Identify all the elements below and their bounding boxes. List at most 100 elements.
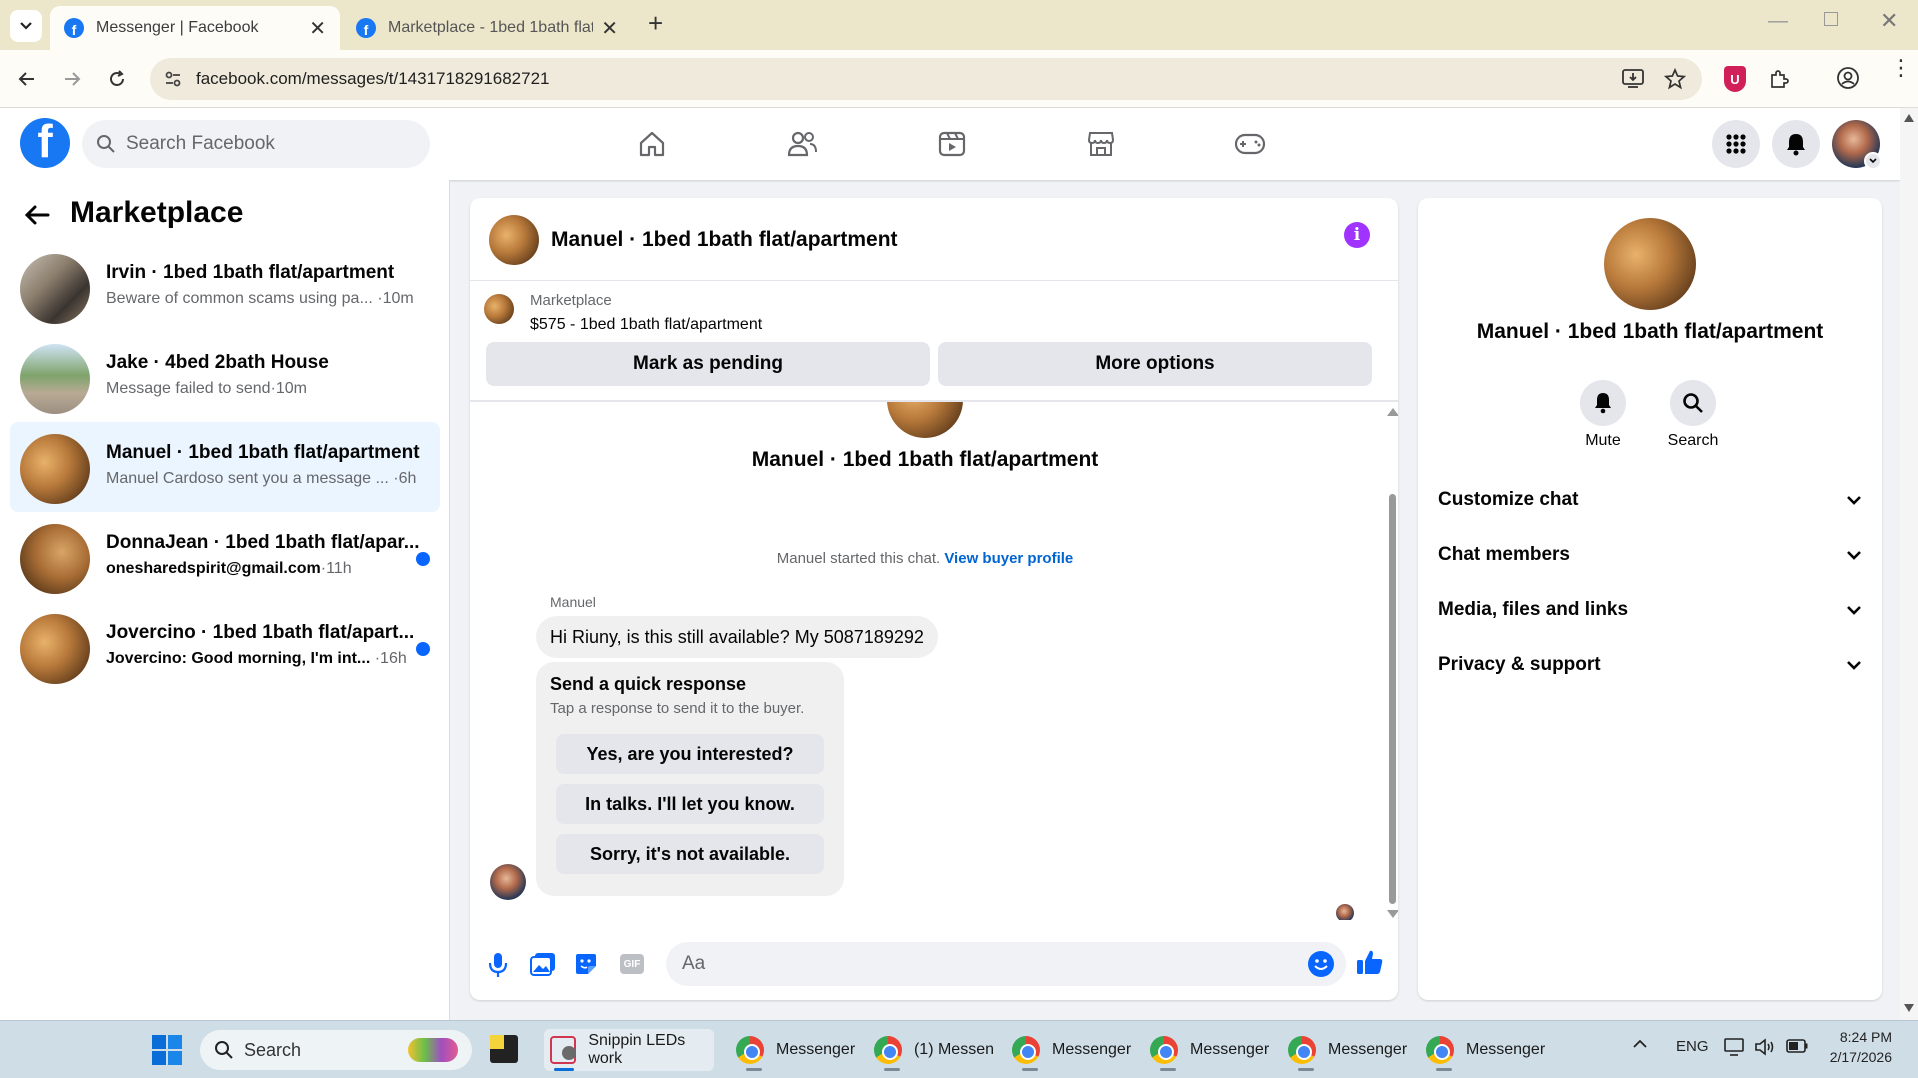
chrome-icon: [736, 1036, 764, 1064]
arrow-left-icon: [24, 205, 50, 225]
sticky-notes-icon[interactable]: [490, 1035, 518, 1063]
message-bubble[interactable]: Hi Riuny, is this still available? My 50…: [536, 616, 938, 658]
customize-chat-section[interactable]: Customize chat: [1438, 480, 1862, 520]
scroll-up-arrow-icon[interactable]: [1904, 114, 1914, 122]
mark-as-pending-button[interactable]: Mark as pending: [486, 342, 930, 386]
conversation-snippet: Message failed to send: [106, 380, 271, 397]
nav-friends[interactable]: [780, 122, 824, 166]
back-to-chats-button[interactable]: [24, 204, 50, 226]
tab-search-button[interactable]: [10, 10, 42, 42]
taskbar-app-snipping[interactable]: Snippin LEDs work: [544, 1029, 714, 1071]
snipping-tool-icon: [550, 1036, 577, 1064]
profile-icon[interactable]: [1836, 66, 1860, 90]
bookmark-star-icon[interactable]: [1664, 68, 1686, 90]
reload-button[interactable]: [102, 64, 132, 94]
mute-button[interactable]: [1580, 380, 1626, 426]
close-window-button[interactable]: ✕: [1880, 8, 1898, 34]
emoji-icon[interactable]: [1308, 951, 1334, 977]
volume-icon[interactable]: [1754, 1037, 1776, 1057]
extensions-puzzle-icon[interactable]: [1768, 68, 1790, 90]
chevron-down-icon: [1847, 606, 1861, 615]
scroll-down-arrow-icon[interactable]: [1387, 910, 1398, 918]
sticker-button[interactable]: [574, 952, 598, 976]
conversation-time: ·10m: [270, 380, 307, 397]
conversation-item-selected[interactable]: Manuel · 1bed 1bath flat/apartment Manue…: [10, 422, 440, 512]
more-options-button[interactable]: More options: [938, 342, 1372, 386]
taskbar-app-messenger[interactable]: Messenger: [1012, 1029, 1142, 1071]
clock[interactable]: 8:24 PM 2/17/2026: [1818, 1027, 1892, 1067]
media-files-links-section[interactable]: Media, files and links: [1438, 590, 1862, 630]
bell-icon: [1595, 393, 1611, 414]
chat-members-section[interactable]: Chat members: [1438, 535, 1862, 575]
tab-messenger[interactable]: f Messenger | Facebook ✕: [50, 6, 340, 50]
page-scrollbar[interactable]: [1900, 108, 1918, 1020]
back-button[interactable]: [12, 64, 42, 94]
show-hidden-icons-button[interactable]: [1632, 1039, 1648, 1049]
message-input[interactable]: Aa: [666, 942, 1346, 986]
chat-header-title[interactable]: Manuel · 1bed 1bath flat/apartment: [551, 228, 898, 252]
facebook-logo[interactable]: f: [20, 118, 70, 168]
chat-avatar[interactable]: [489, 215, 539, 265]
taskbar-app-messenger[interactable]: Messenger: [1426, 1029, 1556, 1071]
language-indicator[interactable]: ENG: [1676, 1038, 1709, 1055]
minimize-button[interactable]: —: [1768, 10, 1788, 33]
search-in-conversation-button[interactable]: [1670, 380, 1716, 426]
conversation-snippet: Manuel Cardoso sent you a message ...: [106, 470, 389, 487]
nav-home[interactable]: [630, 122, 674, 166]
thread-scrollbar[interactable]: [1386, 408, 1398, 918]
like-button[interactable]: [1356, 948, 1384, 976]
new-tab-button[interactable]: +: [648, 8, 663, 39]
taskbar-app-messenger[interactable]: Messenger: [1288, 1029, 1418, 1071]
start-button[interactable]: [152, 1035, 182, 1065]
attach-photo-button[interactable]: [530, 952, 556, 976]
sidebar-title: Marketplace: [70, 196, 244, 229]
battery-icon[interactable]: [1786, 1039, 1808, 1053]
conversation-item[interactable]: Jake · 4bed 2bath House Message failed t…: [10, 332, 440, 422]
privacy-support-section[interactable]: Privacy & support: [1438, 645, 1862, 685]
quick-response-in-talks-button[interactable]: In talks. I'll let you know.: [556, 784, 824, 824]
close-tab-icon[interactable]: ✕: [601, 16, 618, 41]
forward-button[interactable]: [57, 64, 87, 94]
home-icon: [639, 131, 665, 157]
message-thread[interactable]: Manuel · 1bed 1bath flat/apartment Manue…: [470, 402, 1388, 920]
chrome-icon: [1012, 1036, 1040, 1064]
scroll-down-arrow-icon[interactable]: [1904, 1004, 1914, 1012]
taskbar-app-messenger[interactable]: (1) Messen: [874, 1029, 994, 1071]
running-indicator: [1436, 1068, 1452, 1071]
site-settings-icon[interactable]: [164, 70, 182, 88]
notifications-button[interactable]: [1772, 120, 1820, 168]
listing-thumbnail: [20, 614, 90, 684]
conversation-item[interactable]: DonnaJean · 1bed 1bath flat/apar... ones…: [10, 512, 440, 602]
facebook-search-input[interactable]: Search Facebook: [82, 120, 430, 168]
install-app-icon[interactable]: [1622, 69, 1644, 89]
scroll-up-arrow-icon[interactable]: [1387, 408, 1398, 416]
nav-marketplace[interactable]: [1079, 122, 1123, 166]
menu-button[interactable]: [1712, 120, 1760, 168]
quick-response-not-available-button[interactable]: Sorry, it's not available.: [556, 834, 824, 874]
account-chevron[interactable]: [1864, 152, 1882, 170]
nav-gaming[interactable]: [1228, 122, 1272, 166]
view-buyer-profile-link[interactable]: View buyer profile: [944, 550, 1073, 567]
info-icon[interactable]: i: [1344, 222, 1370, 248]
gif-icon[interactable]: GIF: [620, 954, 644, 974]
sender-avatar[interactable]: [490, 864, 526, 900]
close-tab-icon[interactable]: ✕: [309, 16, 326, 41]
taskbar-app-messenger[interactable]: Messenger: [1150, 1029, 1280, 1071]
listing-price-title[interactable]: $575 - 1bed 1bath flat/apartment: [530, 316, 762, 334]
tab-marketplace[interactable]: f Marketplace - 1bed 1bath flat/a ✕: [342, 6, 632, 50]
nav-video[interactable]: [930, 122, 974, 166]
network-icon[interactable]: [1724, 1037, 1746, 1057]
browser-menu-icon[interactable]: ⋮: [1890, 57, 1912, 79]
ublock-extension-icon[interactable]: U: [1724, 66, 1746, 92]
details-avatar[interactable]: [1604, 218, 1696, 310]
conversation-item[interactable]: Jovercino · 1bed 1bath flat/apart... Jov…: [10, 602, 440, 692]
address-bar[interactable]: facebook.com/messages/t/1431718291682721: [150, 58, 1702, 100]
browser-tab-strip: f Messenger | Facebook ✕ f Marketplace -…: [0, 0, 1918, 50]
conversation-item[interactable]: Irvin · 1bed 1bath flat/apartment Beware…: [10, 242, 440, 332]
restore-button[interactable]: [1824, 12, 1838, 26]
quick-response-yes-button[interactable]: Yes, are you interested?: [556, 734, 824, 774]
voice-clip-button[interactable]: [488, 952, 508, 978]
taskbar-search[interactable]: Search: [200, 1030, 472, 1070]
taskbar-app-messenger[interactable]: Messenger: [736, 1029, 866, 1071]
scrollbar-thumb[interactable]: [1389, 494, 1396, 904]
